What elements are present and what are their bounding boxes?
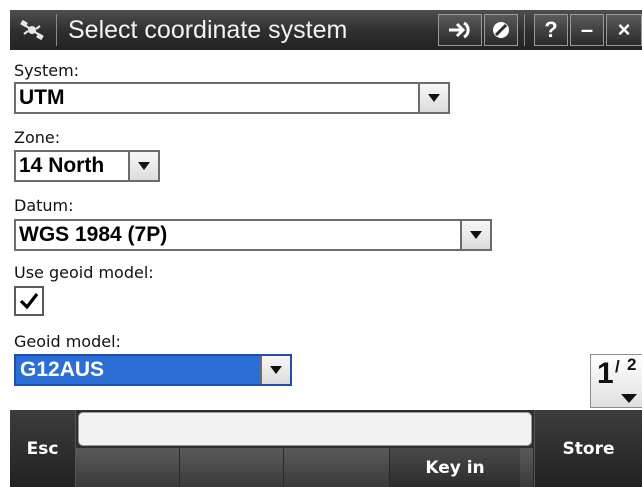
geoid-model-select[interactable]: G12AUS	[14, 354, 292, 386]
satellite-icon[interactable]	[18, 16, 46, 44]
datum-dropdown-button[interactable]	[460, 221, 490, 249]
use-geoid-label: Use geoid model:	[14, 263, 154, 282]
minimize-icon: –	[580, 17, 594, 42]
softkey-bar: Esc Key in Store	[10, 410, 642, 487]
page-total: 2	[627, 355, 637, 374]
datum-select[interactable]: WGS 1984 (7P)	[14, 219, 492, 251]
system-value: UTM	[19, 86, 65, 109]
no-entry-icon	[493, 22, 509, 38]
softkey-blank-1[interactable]	[76, 448, 180, 487]
zone-value: 14 North	[19, 154, 105, 177]
title-divider	[56, 14, 57, 46]
geoid-model-label: Geoid model:	[14, 332, 121, 351]
page-current: 1	[597, 357, 614, 390]
key-in-button[interactable]: Key in	[390, 448, 520, 487]
map-arrow-icon	[449, 21, 470, 39]
help-button[interactable]: ?	[534, 14, 568, 46]
use-geoid-checkbox[interactable]	[14, 286, 44, 316]
window-title: Select coordinate system	[68, 16, 348, 44]
checkmark-icon	[19, 293, 39, 310]
close-icon: ×	[617, 17, 631, 42]
chevron-down-icon	[428, 94, 440, 102]
title-bar: Select coordinate system ? – ×	[10, 10, 642, 50]
geoid-model-value: G12AUS	[16, 356, 260, 384]
screen: Select coordinate system ? – × System: U…	[0, 0, 642, 487]
softkey-blank-4	[520, 448, 534, 487]
geoid-model-dropdown-button[interactable]	[260, 356, 290, 384]
datum-value: WGS 1984 (7P)	[19, 223, 168, 246]
system-select[interactable]: UTM	[14, 82, 450, 114]
map-arrow-button[interactable]	[438, 14, 482, 46]
status-field	[78, 412, 532, 446]
store-button[interactable]: Store	[534, 410, 642, 487]
system-dropdown-button[interactable]	[418, 84, 448, 112]
title-divider	[524, 14, 525, 46]
page-separator: /	[615, 357, 620, 376]
softkey-blank-3[interactable]	[284, 448, 390, 487]
close-button[interactable]: ×	[606, 14, 642, 46]
esc-button[interactable]: Esc	[10, 410, 76, 487]
chevron-down-icon	[138, 162, 150, 170]
help-icon: ?	[544, 17, 558, 42]
chevron-down-icon	[270, 366, 282, 374]
system-label: System:	[14, 61, 80, 80]
chevron-down-icon	[621, 394, 637, 403]
chevron-down-icon	[470, 231, 482, 239]
zone-dropdown-button[interactable]	[128, 152, 158, 180]
page-indicator-button[interactable]: 1 / 2	[590, 354, 642, 408]
zone-select[interactable]: 14 North	[14, 150, 160, 182]
softkey-blank-2[interactable]	[180, 448, 284, 487]
zone-label: Zone:	[14, 128, 61, 147]
stop-button[interactable]	[484, 14, 518, 46]
minimize-button[interactable]: –	[570, 14, 604, 46]
datum-label: Datum:	[14, 196, 74, 215]
